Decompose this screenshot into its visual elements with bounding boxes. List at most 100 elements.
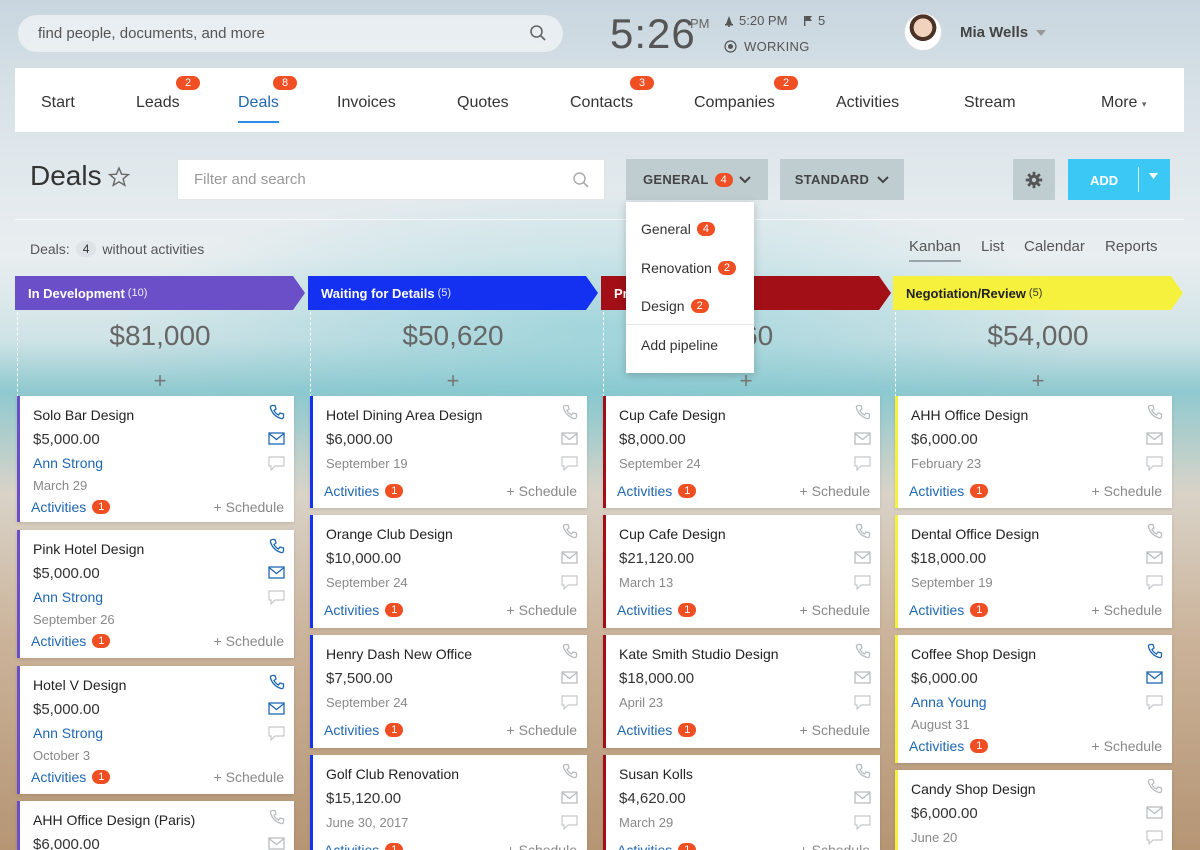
quick-add-icon[interactable]: +: [308, 368, 598, 394]
deal-title[interactable]: Henry Dash New Office: [326, 646, 472, 662]
phone-icon[interactable]: [562, 404, 578, 425]
deal-title[interactable]: Candy Shop Design: [911, 781, 1036, 797]
activities-link[interactable]: Activities 1: [31, 633, 111, 649]
phone-icon[interactable]: [562, 643, 578, 664]
phone-icon[interactable]: [269, 674, 285, 695]
activities-link[interactable]: Activities 1: [617, 722, 697, 738]
chat-icon[interactable]: [1146, 695, 1163, 715]
deal-title[interactable]: Susan Kolls: [619, 766, 693, 782]
user-menu[interactable]: Mia Wells: [960, 24, 1047, 41]
deal-card[interactable]: AHH Office Design $6,000.00 February 23 Act…: [895, 396, 1172, 508]
deal-card[interactable]: Pink Hotel Design $5,000.00 Ann Strong Sept…: [17, 530, 294, 658]
add-deal-button[interactable]: ADD: [1068, 159, 1170, 200]
mail-icon[interactable]: [1146, 806, 1163, 824]
mail-icon[interactable]: [1146, 671, 1163, 689]
deal-title[interactable]: Orange Club Design: [326, 526, 453, 542]
phone-icon[interactable]: [269, 809, 285, 830]
quick-add-icon[interactable]: +: [893, 368, 1183, 394]
chat-icon[interactable]: [561, 695, 578, 715]
alarm-reminder[interactable]: 5:20 PM: [724, 13, 787, 28]
mail-icon[interactable]: [561, 551, 578, 569]
nav-item-quotes[interactable]: Quotes: [457, 94, 509, 112]
schedule-link[interactable]: + Schedule: [507, 483, 577, 499]
global-search-input[interactable]: find people, documents, and more: [18, 15, 563, 52]
nav-item-activities[interactable]: Activities: [836, 94, 899, 112]
phone-icon[interactable]: [855, 763, 871, 784]
schedule-link[interactable]: + Schedule: [1092, 602, 1162, 618]
deal-card[interactable]: AHH Office Design (Paris) $6,000.00: [17, 801, 294, 850]
chat-icon[interactable]: [561, 456, 578, 476]
chat-icon[interactable]: [854, 456, 871, 476]
mail-icon[interactable]: [854, 551, 871, 569]
deal-title[interactable]: Pink Hotel Design: [33, 541, 144, 557]
phone-icon[interactable]: [1147, 523, 1163, 544]
mail-icon[interactable]: [854, 671, 871, 689]
mail-icon[interactable]: [1146, 432, 1163, 450]
deal-title[interactable]: Dental Office Design: [911, 526, 1039, 542]
schedule-link[interactable]: + Schedule: [800, 722, 870, 738]
nav-item-stream[interactable]: Stream: [964, 94, 1016, 112]
deal-title[interactable]: Hotel Dining Area Design: [326, 407, 482, 423]
pipeline-option-general[interactable]: General 4: [641, 221, 715, 237]
chat-icon[interactable]: [561, 815, 578, 835]
tab-calendar[interactable]: Calendar: [1024, 238, 1085, 255]
stage-header[interactable]: Waiting for Details (5): [308, 276, 598, 310]
schedule-link[interactable]: + Schedule: [507, 602, 577, 618]
mail-icon[interactable]: [268, 837, 285, 850]
deal-card[interactable]: Dental Office Design $18,000.00 September …: [895, 515, 1172, 628]
schedule-link[interactable]: + Schedule: [800, 483, 870, 499]
deal-card[interactable]: Hotel Dining Area Design $6,000.00 Septemb…: [310, 396, 587, 508]
activities-link[interactable]: Activities 1: [617, 483, 697, 499]
deal-title[interactable]: Solo Bar Design: [33, 407, 134, 423]
chat-icon[interactable]: [854, 575, 871, 595]
mail-icon[interactable]: [561, 791, 578, 809]
deal-contact[interactable]: Ann Strong: [33, 725, 103, 741]
tab-kanban[interactable]: Kanban: [909, 238, 961, 262]
phone-icon[interactable]: [1147, 643, 1163, 664]
chat-icon[interactable]: [1146, 575, 1163, 595]
pipeline-general-button[interactable]: GENERAL 4: [626, 159, 768, 200]
deal-card[interactable]: Coffee Shop Design $6,000.00 Anna Young Aug…: [895, 635, 1172, 763]
schedule-link[interactable]: + Schedule: [1092, 483, 1162, 499]
star-icon[interactable]: [108, 166, 130, 188]
tasks-flag[interactable]: 5: [803, 13, 825, 28]
activities-link[interactable]: Activities 1: [31, 499, 111, 515]
phone-icon[interactable]: [855, 404, 871, 425]
deal-title[interactable]: Cup Cafe Design: [619, 526, 726, 542]
nav-item-invoices[interactable]: Invoices: [337, 94, 396, 112]
deal-title[interactable]: AHH Office Design (Paris): [33, 812, 195, 828]
phone-icon[interactable]: [1147, 778, 1163, 799]
deal-card[interactable]: Cup Cafe Design $8,000.00 September 24 Acti…: [603, 396, 880, 508]
deal-contact[interactable]: Anna Young: [911, 694, 987, 710]
deal-card[interactable]: Solo Bar Design $5,000.00 Ann Strong March …: [17, 396, 294, 522]
filter-search-input[interactable]: Filter and search: [177, 159, 605, 200]
phone-icon[interactable]: [855, 523, 871, 544]
activities-link[interactable]: Activities 1: [324, 483, 404, 499]
schedule-link[interactable]: + Schedule: [507, 842, 577, 850]
nav-item-contacts[interactable]: 3 Contacts: [570, 76, 654, 112]
nav-item-deals[interactable]: 8 Deals: [238, 76, 297, 123]
chat-icon[interactable]: [1146, 830, 1163, 850]
nav-item-companies[interactable]: 2 Companies: [694, 76, 798, 112]
stage-header[interactable]: Negotiation/Review (5): [893, 276, 1183, 310]
summary-count[interactable]: 4: [75, 241, 97, 257]
pipeline-option-renovation[interactable]: Renovation 2: [641, 260, 736, 276]
phone-icon[interactable]: [269, 538, 285, 559]
deal-card[interactable]: Orange Club Design $10,000.00 September 24…: [310, 515, 587, 628]
add-pipeline-item[interactable]: Add pipeline: [641, 337, 718, 353]
phone-icon[interactable]: [269, 404, 285, 425]
schedule-link[interactable]: + Schedule: [214, 499, 284, 515]
pipeline-option-design[interactable]: Design 2: [641, 298, 709, 314]
work-status[interactable]: WORKING: [724, 39, 810, 54]
deal-title[interactable]: AHH Office Design: [911, 407, 1028, 423]
schedule-link[interactable]: + Schedule: [1092, 738, 1162, 754]
chat-icon[interactable]: [854, 815, 871, 835]
deal-title[interactable]: Coffee Shop Design: [911, 646, 1036, 662]
nav-item-leads[interactable]: 2 Leads: [136, 76, 200, 112]
chat-icon[interactable]: [1146, 456, 1163, 476]
deal-card[interactable]: Candy Shop Design $6,000.00 June 20: [895, 770, 1172, 850]
mail-icon[interactable]: [854, 432, 871, 450]
chat-icon[interactable]: [854, 695, 871, 715]
chat-icon[interactable]: [561, 575, 578, 595]
phone-icon[interactable]: [562, 523, 578, 544]
